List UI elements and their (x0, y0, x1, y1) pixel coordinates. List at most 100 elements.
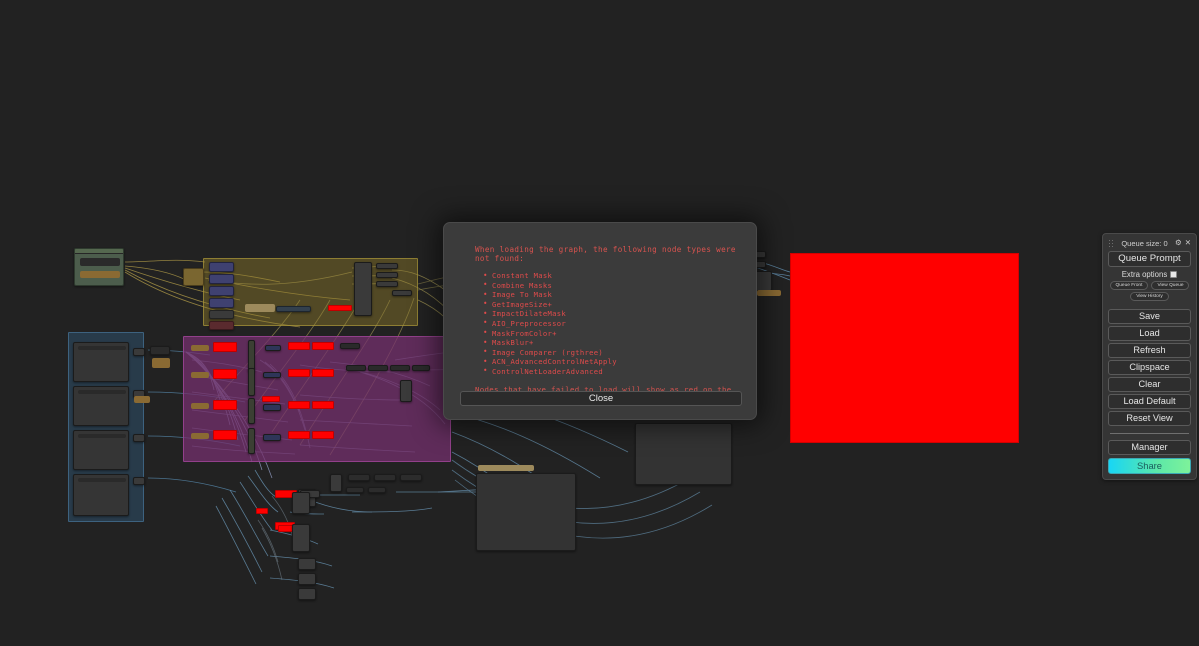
error-node[interactable] (288, 431, 310, 439)
node-widget[interactable] (245, 304, 275, 312)
error-node[interactable] (328, 305, 352, 311)
collapsed-node[interactable] (340, 343, 360, 349)
error-node[interactable] (312, 431, 334, 439)
image-comparer-error-node[interactable] (790, 253, 1019, 443)
error-node[interactable] (262, 396, 280, 402)
collapsed-node[interactable] (330, 474, 342, 492)
collapsed-node[interactable] (133, 477, 145, 485)
error-node[interactable] (288, 342, 310, 350)
image-node[interactable] (73, 342, 129, 382)
queue-front-button[interactable]: Queue Front (1109, 281, 1149, 290)
node-widget[interactable] (191, 345, 209, 351)
collapsed-node[interactable] (276, 306, 311, 312)
save-button[interactable]: Save (1108, 309, 1191, 324)
collapsed-node[interactable] (376, 281, 398, 287)
image-node[interactable] (73, 474, 129, 516)
error-node[interactable] (213, 400, 237, 410)
error-node[interactable] (213, 342, 237, 352)
collapsed-node[interactable] (248, 398, 255, 424)
collapsed-node[interactable] (376, 263, 398, 269)
view-queue-button[interactable]: View Queue (1151, 281, 1190, 290)
collapsed-node[interactable] (376, 272, 398, 278)
error-node[interactable] (288, 401, 310, 409)
collapsed-node[interactable] (248, 368, 255, 396)
manager-button[interactable]: Manager (1108, 440, 1191, 455)
collapsed-node[interactable] (298, 588, 316, 600)
close-button[interactable]: Close (460, 391, 742, 406)
collapsed-node[interactable] (248, 428, 255, 454)
node-title-bar (78, 434, 126, 438)
reroute-node[interactable] (183, 268, 204, 286)
collapsed-node[interactable] (298, 573, 316, 585)
conditioning-node[interactable] (263, 434, 281, 441)
list-item: ACN_AdvancedControlNetApply (483, 357, 740, 367)
collapsed-node[interactable] (292, 524, 310, 552)
error-node[interactable] (288, 369, 310, 377)
preview-image-node[interactable] (476, 473, 576, 551)
collapsed-node[interactable] (412, 365, 430, 371)
error-node[interactable] (312, 401, 334, 409)
conditioning-node[interactable] (209, 286, 234, 296)
clear-button[interactable]: Clear (1108, 377, 1191, 392)
node-widget[interactable] (191, 433, 209, 439)
collapsed-node[interactable] (298, 558, 316, 570)
collapsed-node[interactable] (400, 474, 422, 481)
view-history-button[interactable]: View History (1130, 292, 1169, 301)
queue-prompt-button[interactable]: Queue Prompt (1108, 251, 1191, 267)
drag-handle-icon[interactable] (1108, 239, 1114, 247)
node-widget[interactable] (152, 358, 170, 368)
list-item: Image To Mask (483, 290, 740, 300)
extra-options-label: Extra options (1121, 270, 1168, 279)
clipspace-button[interactable]: Clipspace (1108, 360, 1191, 375)
collapsed-node[interactable] (150, 346, 170, 355)
collapsed-node[interactable] (392, 290, 412, 296)
reset-view-button[interactable]: Reset View (1108, 411, 1191, 426)
node-widget[interactable] (757, 290, 781, 296)
node-widget[interactable] (134, 396, 150, 403)
conditioning-node[interactable] (209, 274, 234, 284)
refresh-button[interactable]: Refresh (1108, 343, 1191, 358)
share-button[interactable]: Share (1108, 458, 1191, 474)
close-icon[interactable]: ✕ (1185, 239, 1191, 247)
conditioning-node[interactable] (209, 298, 234, 308)
node-widget[interactable] (80, 271, 120, 278)
conditioning-node[interactable] (263, 372, 281, 378)
collapsed-node[interactable] (133, 348, 145, 356)
collapsed-node[interactable] (346, 365, 366, 371)
conditioning-node[interactable] (209, 262, 234, 272)
queue-mini-row: Queue Front View Queue (1108, 281, 1191, 290)
collapsed-node[interactable] (374, 474, 396, 481)
collapsed-node[interactable] (133, 434, 145, 442)
image-node[interactable] (73, 430, 129, 470)
node-widget[interactable] (191, 372, 209, 378)
sampler-node[interactable] (354, 262, 372, 316)
error-node[interactable] (312, 342, 334, 350)
error-node-small[interactable] (209, 321, 234, 330)
error-node[interactable] (213, 430, 237, 440)
gear-icon[interactable]: ⚙ (1175, 239, 1182, 247)
collapsed-node[interactable] (346, 487, 364, 493)
load-button[interactable]: Load (1108, 326, 1191, 341)
collapsed-node[interactable] (292, 492, 310, 514)
load-default-button[interactable]: Load Default (1108, 394, 1191, 409)
node-widget[interactable] (478, 465, 534, 471)
collapsed-node[interactable] (348, 474, 370, 481)
collapsed-node[interactable] (390, 365, 410, 371)
collapsed-node[interactable] (368, 487, 386, 493)
queue-size-label: Queue size: 0 (1121, 238, 1168, 248)
collapsed-node[interactable] (209, 310, 234, 319)
list-item: GetImageSize+ (483, 299, 740, 310)
collapsed-node[interactable] (400, 380, 412, 402)
conditioning-node[interactable] (263, 404, 281, 411)
error-node[interactable] (213, 369, 237, 379)
preview-node[interactable] (635, 423, 732, 485)
node-widget[interactable] (80, 258, 120, 266)
image-node[interactable] (73, 386, 129, 426)
checkpoint-loader-node[interactable] (74, 248, 124, 286)
extra-options-checkbox[interactable] (1170, 271, 1178, 278)
collapsed-node[interactable] (368, 365, 388, 371)
conditioning-node[interactable] (265, 345, 281, 351)
error-node[interactable] (312, 369, 334, 377)
node-widget[interactable] (191, 403, 209, 409)
error-node[interactable] (256, 508, 268, 514)
